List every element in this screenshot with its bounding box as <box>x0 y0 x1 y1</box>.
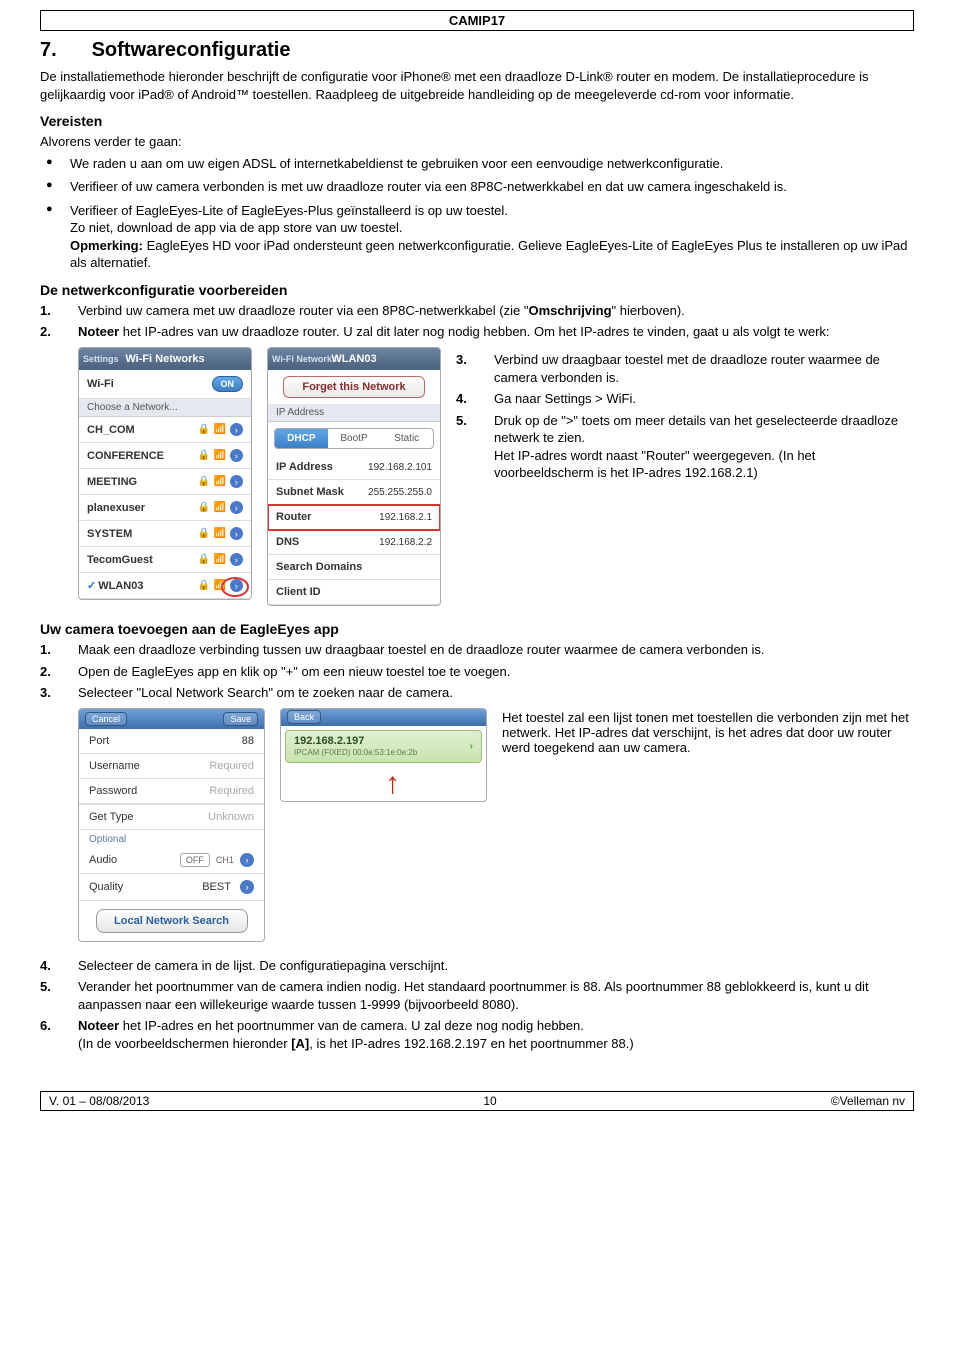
network-row[interactable]: CH_COM 🔒 📶 › <box>79 417 251 443</box>
wifi-topbar-title: Wi-Fi Networks <box>125 353 204 365</box>
checkmark-icon: ✓ <box>87 580 96 592</box>
requirements-lead: Alvorens verder te gaan: <box>40 133 914 151</box>
network-row[interactable]: SYSTEM 🔒 📶 › <box>79 521 251 547</box>
back-wifi[interactable]: Wi-Fi Networks <box>272 354 337 364</box>
bootp-option[interactable]: BootP <box>328 429 381 448</box>
audio-channel: CH1 <box>216 855 234 865</box>
add-steps: 1.Maak een draadloze verbinding tussen u… <box>40 641 914 702</box>
req-item: We raden u aan om uw eigen ADSL of inter… <box>40 155 914 173</box>
network-row-selected[interactable]: ✓WLAN03 🔒 📶 › <box>79 573 251 599</box>
client-id-row: Client ID <box>268 580 440 605</box>
intro-paragraph: De installatiemethode hieronder beschrij… <box>40 68 914 103</box>
add-step: 3.Selecteer "Local Network Search" om te… <box>40 684 914 702</box>
network-row[interactable]: CONFERENCE 🔒 📶 › <box>79 443 251 469</box>
section-number: 7. <box>40 39 86 62</box>
eagleeyes-add-panel: Cancel Save Port 88 Username Required Pa… <box>78 708 265 942</box>
forget-network-button[interactable]: Forget this Network <box>283 376 424 398</box>
network-row[interactable]: planexuser 🔒 📶 › <box>79 495 251 521</box>
req-item: Verifieer of uw camera verbonden is met … <box>40 178 914 196</box>
found-device-item[interactable]: 192.168.2.197 IPCAM (FIXED) 00:0e:53:1e:… <box>285 730 482 763</box>
arrow-up-icon: ↑ <box>299 767 486 801</box>
chevron-right-icon: › <box>470 741 473 752</box>
footer-page: 10 <box>483 1094 496 1108</box>
router-row: Router 192.168.2.1 <box>268 505 440 530</box>
wifi-detail-panel: Wi-Fi Networks WLAN03 Forget this Networ… <box>267 347 441 606</box>
footer-copyright: ©Velleman nv <box>831 1094 905 1108</box>
prep-steps: 1. Verbind uw camera met uw draadloze ro… <box>40 302 914 341</box>
detail-title: WLAN03 <box>331 353 376 365</box>
section-title: Softwareconfiguratie <box>92 39 291 61</box>
prep-step: 5. Druk op de ">" toets om meer details … <box>456 412 914 482</box>
doc-code: CAMIP17 <box>449 13 505 28</box>
wifi-toggle[interactable]: ON <box>212 376 244 392</box>
eagle-topbar: Cancel Save <box>79 709 264 729</box>
tail-step: 5.Verander het poortnummer van de camera… <box>40 978 914 1013</box>
chevron-right-icon: › <box>230 423 243 436</box>
requirements-heading: Vereisten <box>40 113 914 129</box>
ip-address-section: IP Address <box>268 404 440 422</box>
static-option[interactable]: Static <box>380 429 433 448</box>
chevron-right-icon[interactable]: › <box>240 880 254 894</box>
gettype-row[interactable]: Get Type Unknown <box>79 804 264 830</box>
dns-row: DNS 192.168.2.2 <box>268 530 440 555</box>
wifi-label: Wi-Fi <box>87 378 114 390</box>
add-step: 1.Maak een draadloze verbinding tussen u… <box>40 641 914 659</box>
prep-step: 1. Verbind uw camera met uw draadloze ro… <box>40 302 914 320</box>
save-button[interactable]: Save <box>223 712 258 726</box>
optional-section: Optional <box>79 830 264 847</box>
device-ip: 192.168.2.197 <box>294 735 364 747</box>
doc-header: CAMIP17 <box>40 10 914 31</box>
prep-step: 4.Ga naar Settings > WiFi. <box>456 390 914 408</box>
prep-step: 3.Verbind uw draagbaar toestel met de dr… <box>456 351 914 386</box>
wifi-toggle-row[interactable]: Wi-Fi ON <box>79 370 251 399</box>
add-step: 2.Open de EagleEyes app en klik op "+" o… <box>40 663 914 681</box>
tail-step: 4.Selecteer de camera in de lijst. De co… <box>40 957 914 975</box>
port-row[interactable]: Port 88 <box>79 729 264 754</box>
mask-row: Subnet Mask 255.255.255.0 <box>268 480 440 505</box>
req-item: Verifieer of EagleEyes-Lite of EagleEyes… <box>40 202 914 272</box>
network-row[interactable]: MEETING 🔒 📶 › <box>79 469 251 495</box>
search-domains-row: Search Domains <box>268 555 440 580</box>
back-button[interactable]: Back <box>287 710 321 724</box>
wifi-networks-panel: Settings Wi-Fi Networks Wi-Fi ON Choose … <box>78 347 252 600</box>
tail-steps: 4.Selecteer de camera in de lijst. De co… <box>40 957 914 1053</box>
dhcp-option[interactable]: DHCP <box>275 429 328 448</box>
device-mac: IPCAM (FIXED) 00:0e:53:1e:0e:2b <box>294 748 417 757</box>
ip-row: IP Address 192.168.2.101 <box>268 455 440 480</box>
ip-mode-segment[interactable]: DHCP BootP Static <box>274 428 434 449</box>
audio-off[interactable]: OFF <box>180 853 210 867</box>
password-row[interactable]: Password Required <box>79 779 264 804</box>
local-network-search-button[interactable]: Local Network Search <box>96 909 248 933</box>
tail-step: 6. Noteer het IP-adres en het poortnumme… <box>40 1017 914 1052</box>
add-camera-heading: Uw camera toevoegen aan de EagleEyes app <box>40 621 914 637</box>
audio-row[interactable]: Audio OFF CH1 › <box>79 847 264 874</box>
detail-topbar: Wi-Fi Networks WLAN03 <box>268 348 440 370</box>
search-topbar: Back <box>281 709 486 726</box>
lns-row: Local Network Search <box>79 901 264 941</box>
network-row[interactable]: TecomGuest 🔒 📶 › <box>79 547 251 573</box>
network-icons: 🔒 📶 › <box>198 423 243 436</box>
chevron-right-icon[interactable]: › <box>240 853 254 867</box>
page-footer: V. 01 – 08/08/2013 10 ©Velleman nv <box>40 1091 914 1111</box>
footer-version: V. 01 – 08/08/2013 <box>49 1094 149 1108</box>
back-settings[interactable]: Settings <box>83 354 119 364</box>
prep-heading: De netwerkconfiguratie voorbereiden <box>40 282 914 298</box>
search-result-panel: Back 192.168.2.197 IPCAM (FIXED) 00:0e:5… <box>280 708 487 802</box>
forget-row: Forget this Network <box>268 370 440 404</box>
wifi-topbar: Settings Wi-Fi Networks <box>79 348 251 370</box>
prep-steps-cont: 3.Verbind uw draagbaar toestel met de dr… <box>456 351 914 482</box>
choose-network-label: Choose a Network... <box>79 399 251 417</box>
search-caption: Het toestel zal een lijst tonen met toes… <box>502 708 914 755</box>
requirements-list: We raden u aan om uw eigen ADSL of inter… <box>40 155 914 272</box>
prep-step: 2. Noteer het IP-adres van uw draadloze … <box>40 323 914 341</box>
quality-row[interactable]: Quality BEST › <box>79 874 264 901</box>
section-heading: 7. Softwareconfiguratie <box>40 39 914 62</box>
cancel-button[interactable]: Cancel <box>85 712 127 726</box>
username-row[interactable]: Username Required <box>79 754 264 779</box>
